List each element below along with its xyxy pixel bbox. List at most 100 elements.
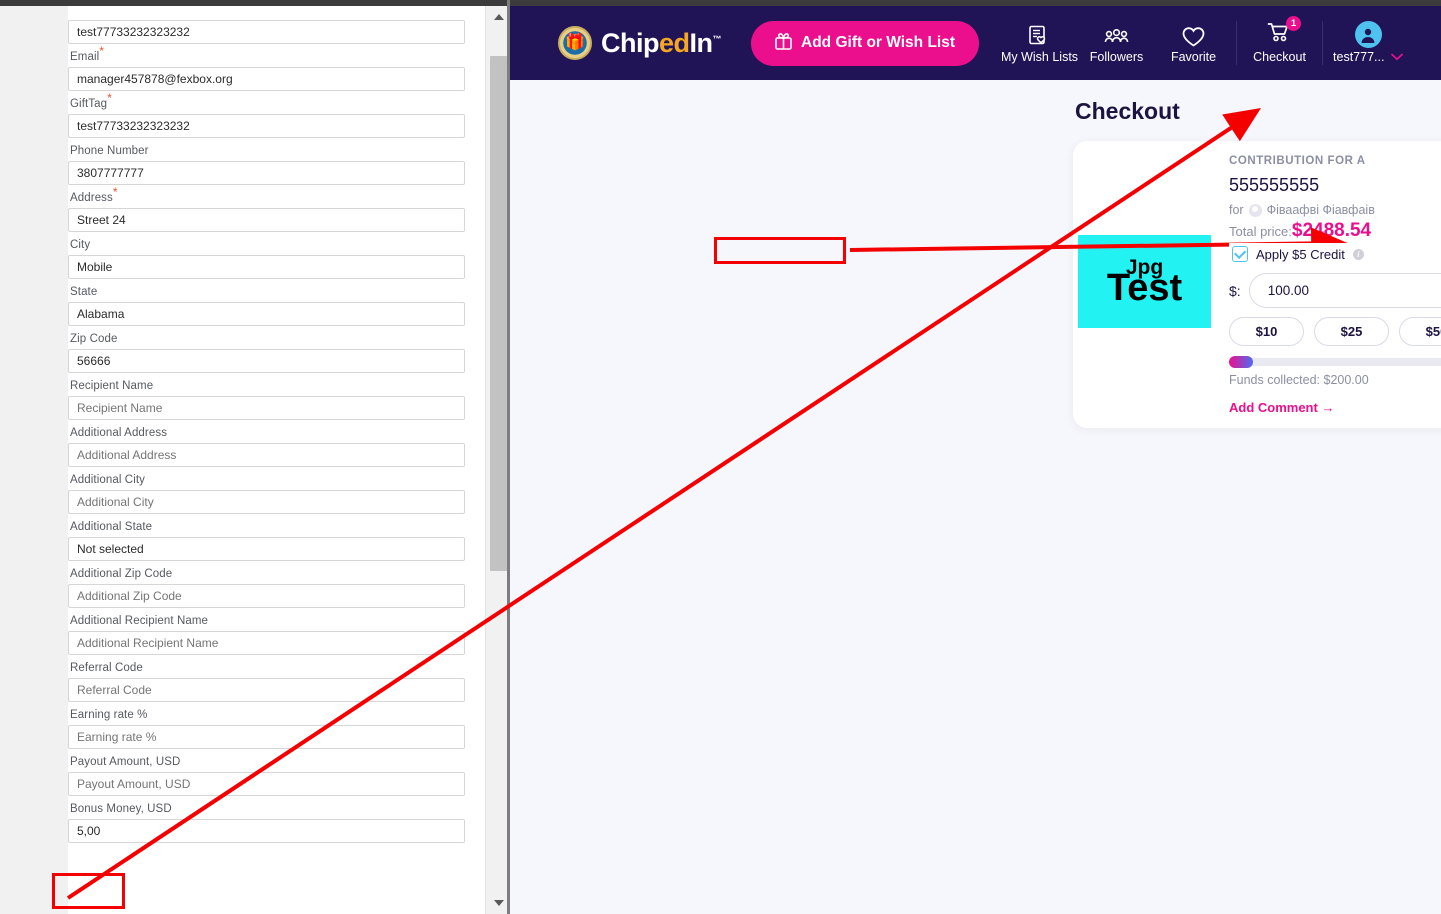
form-group: City — [68, 239, 485, 279]
field-label: City — [70, 239, 91, 251]
form-input-additional-recipient-name[interactable] — [68, 631, 465, 655]
user-name-label: test777... — [1333, 50, 1385, 64]
nav-label: Checkout — [1253, 50, 1306, 64]
form-group: Additional Address — [68, 427, 485, 467]
wishlist-icon — [1028, 22, 1051, 48]
form-input-city[interactable] — [68, 255, 465, 279]
form-group: Bonus Money, USD — [68, 803, 485, 843]
scrollbar-thumb[interactable] — [490, 56, 507, 571]
followers-icon — [1104, 22, 1129, 48]
field-label: Payout Amount, USD — [70, 756, 181, 768]
form-group: Additional Zip Code — [68, 568, 485, 608]
logo-text: ChipedIn™ — [601, 28, 721, 59]
form-input-additional-zip-code[interactable] — [68, 584, 465, 608]
contribution-card: Jpg Test CONTRIBUTION FOR A Remove 55555… — [1073, 141, 1441, 428]
field-label: Zip Code — [70, 333, 118, 345]
left-gutter — [0, 6, 68, 914]
cart-count-badge: 1 — [1286, 16, 1302, 31]
chevron-down-icon[interactable] — [1391, 50, 1404, 64]
nav-item-my-wish-lists[interactable]: My Wish Lists — [1001, 6, 1078, 80]
devtools-form-panel: Email* GiftTag* Phone Number Address* City St… — [0, 0, 510, 914]
add-gift-or-wish-list-button[interactable]: Add Gift or Wish List — [751, 20, 980, 66]
highlight-apply-credit — [714, 237, 846, 264]
nav-divider — [1236, 21, 1238, 65]
amount-prefix: $: — [1229, 282, 1241, 299]
form-group: Additional State — [68, 521, 485, 561]
form-group: Email* — [68, 44, 485, 91]
owner-name: Фіваафві Фіавфаів — [1266, 203, 1375, 217]
site-header: 🎁 ChipedIn™ Add Gift or Wish List My Wis… — [510, 6, 1441, 80]
form-group — [68, 20, 485, 44]
contribution-amount-input[interactable] — [1248, 273, 1441, 308]
owner-avatar-icon — [1248, 203, 1262, 217]
form-input-bonus-money-usd[interactable] — [68, 819, 465, 843]
form-input-additional-address[interactable] — [68, 443, 465, 467]
nav-label: My Wish Lists — [1000, 50, 1079, 64]
nav-label: Favorite — [1170, 50, 1217, 64]
form-input-name[interactable] — [68, 20, 465, 44]
funds-collected-label: Funds collected: $200.00 — [1229, 373, 1369, 387]
quick-amount-buttons: $10 $25 $50 $100 — [1229, 317, 1441, 346]
logo-part-2: ed — [659, 27, 690, 58]
quick-amount-10[interactable]: $10 — [1229, 317, 1304, 346]
required-marker: * — [112, 185, 118, 200]
field-label: Bonus Money, USD — [70, 803, 172, 815]
nav-label: Followers — [1089, 50, 1144, 64]
contribution-thumbnail: Jpg Test — [1078, 235, 1211, 328]
form-input-additional-city[interactable] — [68, 490, 465, 514]
form-input-gifttag[interactable] — [68, 114, 465, 138]
field-label: Recipient Name — [70, 380, 154, 392]
apply-credit-checkbox[interactable] — [1232, 246, 1248, 262]
gift-icon — [775, 32, 792, 55]
gift-badge-icon: 🎁 — [558, 26, 592, 60]
quick-amount-50[interactable]: $50 — [1399, 317, 1441, 346]
form-input-zip-code[interactable] — [68, 349, 465, 373]
header-nav: My Wish Lists Followers Favorite 1 Check… — [1001, 6, 1409, 80]
field-label: Email* — [70, 44, 105, 63]
form-group: Referral Code — [68, 662, 485, 702]
form-group: State — [68, 286, 485, 326]
form-input-address[interactable] — [68, 208, 465, 232]
form-group: Address* — [68, 186, 485, 232]
form-group: GiftTag* — [68, 91, 485, 138]
thumb-line-2: Test — [1106, 267, 1183, 310]
form-input-referral-code[interactable] — [68, 678, 465, 702]
required-marker: * — [107, 91, 112, 106]
form-input-additional-state[interactable] — [68, 537, 465, 561]
form-input-phone-number[interactable] — [68, 161, 465, 185]
info-icon[interactable]: i — [1352, 248, 1364, 260]
field-label: Phone Number — [70, 145, 149, 157]
add-gift-label: Add Gift or Wish List — [801, 34, 956, 51]
field-label: GiftTag* — [70, 91, 112, 110]
field-label: Additional State — [70, 521, 153, 533]
nav-item-favorite[interactable]: Favorite — [1155, 6, 1232, 80]
nav-item-followers[interactable]: Followers — [1078, 6, 1155, 80]
total-price-label: Total price: — [1229, 224, 1292, 239]
form-input-email[interactable] — [68, 67, 465, 91]
nav-item-checkout[interactable]: 1 Checkout — [1241, 6, 1318, 80]
logo-part-3: In — [689, 27, 714, 58]
form-input-earning-rate[interactable] — [68, 725, 465, 749]
apply-credit-row[interactable]: Apply $5 Credit i — [1229, 243, 1373, 265]
add-comment-button[interactable]: Add Comment → — [1229, 400, 1441, 415]
logo-part-1: Chip — [601, 27, 660, 58]
user-menu[interactable]: test777... — [1327, 6, 1409, 80]
cart-icon: 1 — [1267, 16, 1302, 48]
field-label: Additional Address — [70, 427, 168, 439]
field-label: State — [70, 286, 98, 298]
chipedin-app: 🎁 ChipedIn™ Add Gift or Wish List My Wis… — [510, 0, 1441, 914]
form-input-payout-amount-usd[interactable] — [68, 772, 465, 796]
quick-amount-25[interactable]: $25 — [1314, 317, 1389, 346]
heart-icon — [1181, 22, 1206, 48]
logo[interactable]: 🎁 ChipedIn™ — [558, 26, 721, 60]
progress-fill — [1229, 356, 1253, 368]
for-prefix: for — [1229, 203, 1244, 217]
total-price-row: Total price:$2488.54 — [1229, 220, 1441, 242]
form-input-recipient-name[interactable] — [68, 396, 465, 420]
form-input-state[interactable] — [68, 302, 465, 326]
total-price-value: $2488.54 — [1291, 220, 1372, 241]
contribution-name: 555555555 — [1229, 175, 1320, 195]
field-label: Additional Zip Code — [70, 568, 173, 580]
field-label: Additional City — [70, 474, 146, 486]
form-group: Additional Recipient Name — [68, 615, 485, 655]
